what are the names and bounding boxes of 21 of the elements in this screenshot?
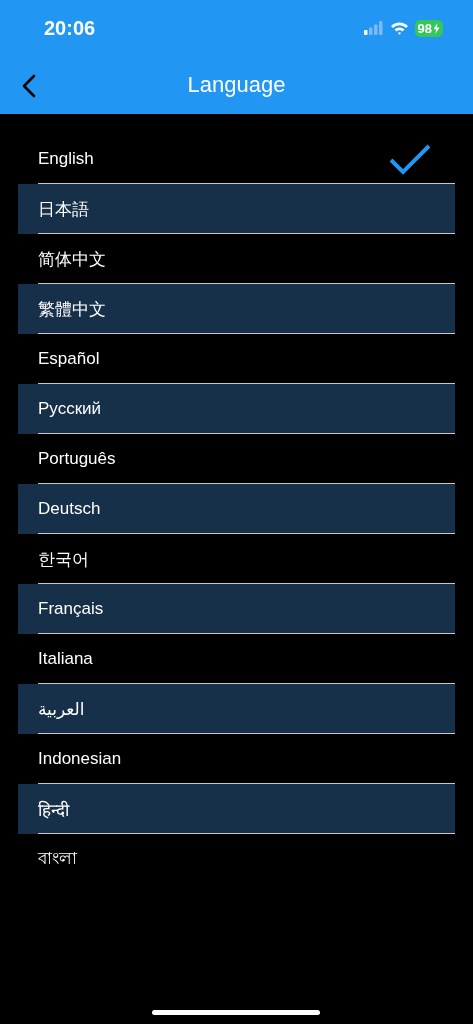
language-item[interactable]: 简体中文 xyxy=(18,234,455,284)
language-item[interactable]: العربية xyxy=(18,684,455,734)
battery-indicator: 98 xyxy=(414,19,443,37)
language-item[interactable]: Русский xyxy=(18,384,455,434)
language-item[interactable]: हिन्दी xyxy=(18,784,455,834)
back-button[interactable] xyxy=(20,72,38,100)
language-item[interactable]: Español xyxy=(18,334,455,384)
language-item[interactable]: English xyxy=(18,134,455,184)
language-item[interactable]: Deutsch xyxy=(18,484,455,534)
status-time: 20:06 xyxy=(44,16,96,40)
wifi-icon xyxy=(389,21,409,35)
language-item[interactable]: 繁體中文 xyxy=(18,284,455,334)
language-item[interactable]: 한국어 xyxy=(18,534,455,584)
language-item[interactable]: Português xyxy=(18,434,455,484)
language-item[interactable]: বাংলা xyxy=(18,834,455,884)
language-item[interactable]: Français xyxy=(18,584,455,634)
language-item[interactable]: 日本語 xyxy=(18,184,455,234)
signal-icon xyxy=(363,21,384,35)
page-title: Language xyxy=(187,72,286,98)
language-item[interactable]: Italiana xyxy=(18,634,455,684)
language-item[interactable]: Indonesian xyxy=(18,734,455,784)
